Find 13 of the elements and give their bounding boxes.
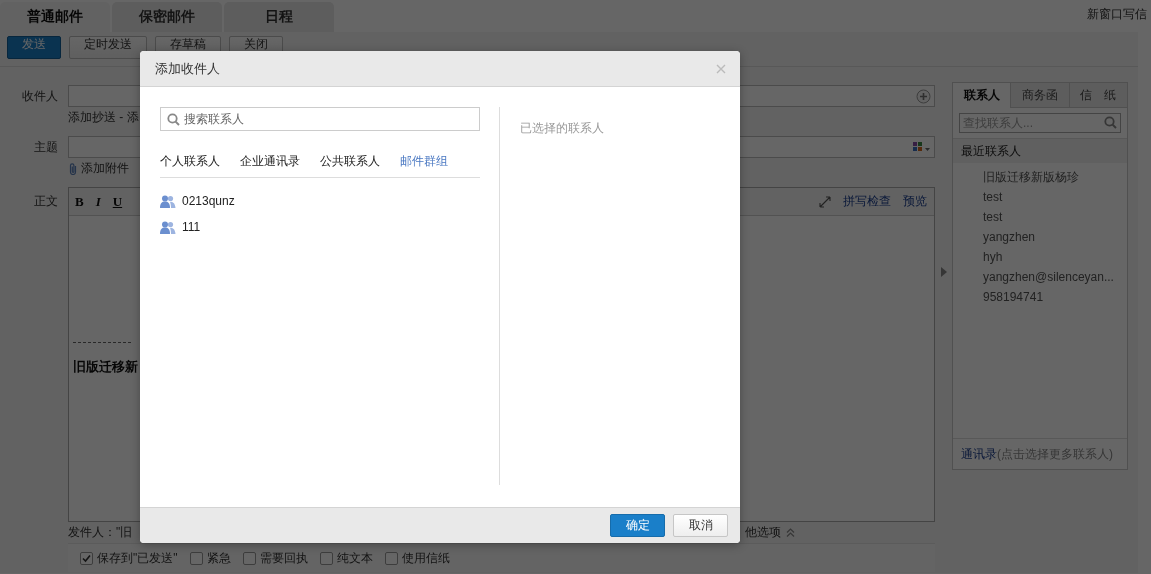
field-label: 收件人 [21,87,59,105]
sender-text: 发件人："旧 [68,523,133,541]
option-label: 使用信纸 [401,549,450,567]
option-label: 紧急 [206,549,231,567]
option-label: 保存到"已发送" [97,549,178,567]
option-label: 需要回执 [259,549,308,567]
selected-contacts-heading: 已选择的联系人 [520,120,605,137]
dialog-title: 添加收件人 [155,59,220,78]
field-label: 主题 [33,138,59,156]
signature-text: 旧版迁移新 [73,358,139,376]
section-header: 最近联系人 [953,138,1127,163]
field-label: 正文 [33,193,59,210]
option-label: 纯文本 [336,549,373,567]
